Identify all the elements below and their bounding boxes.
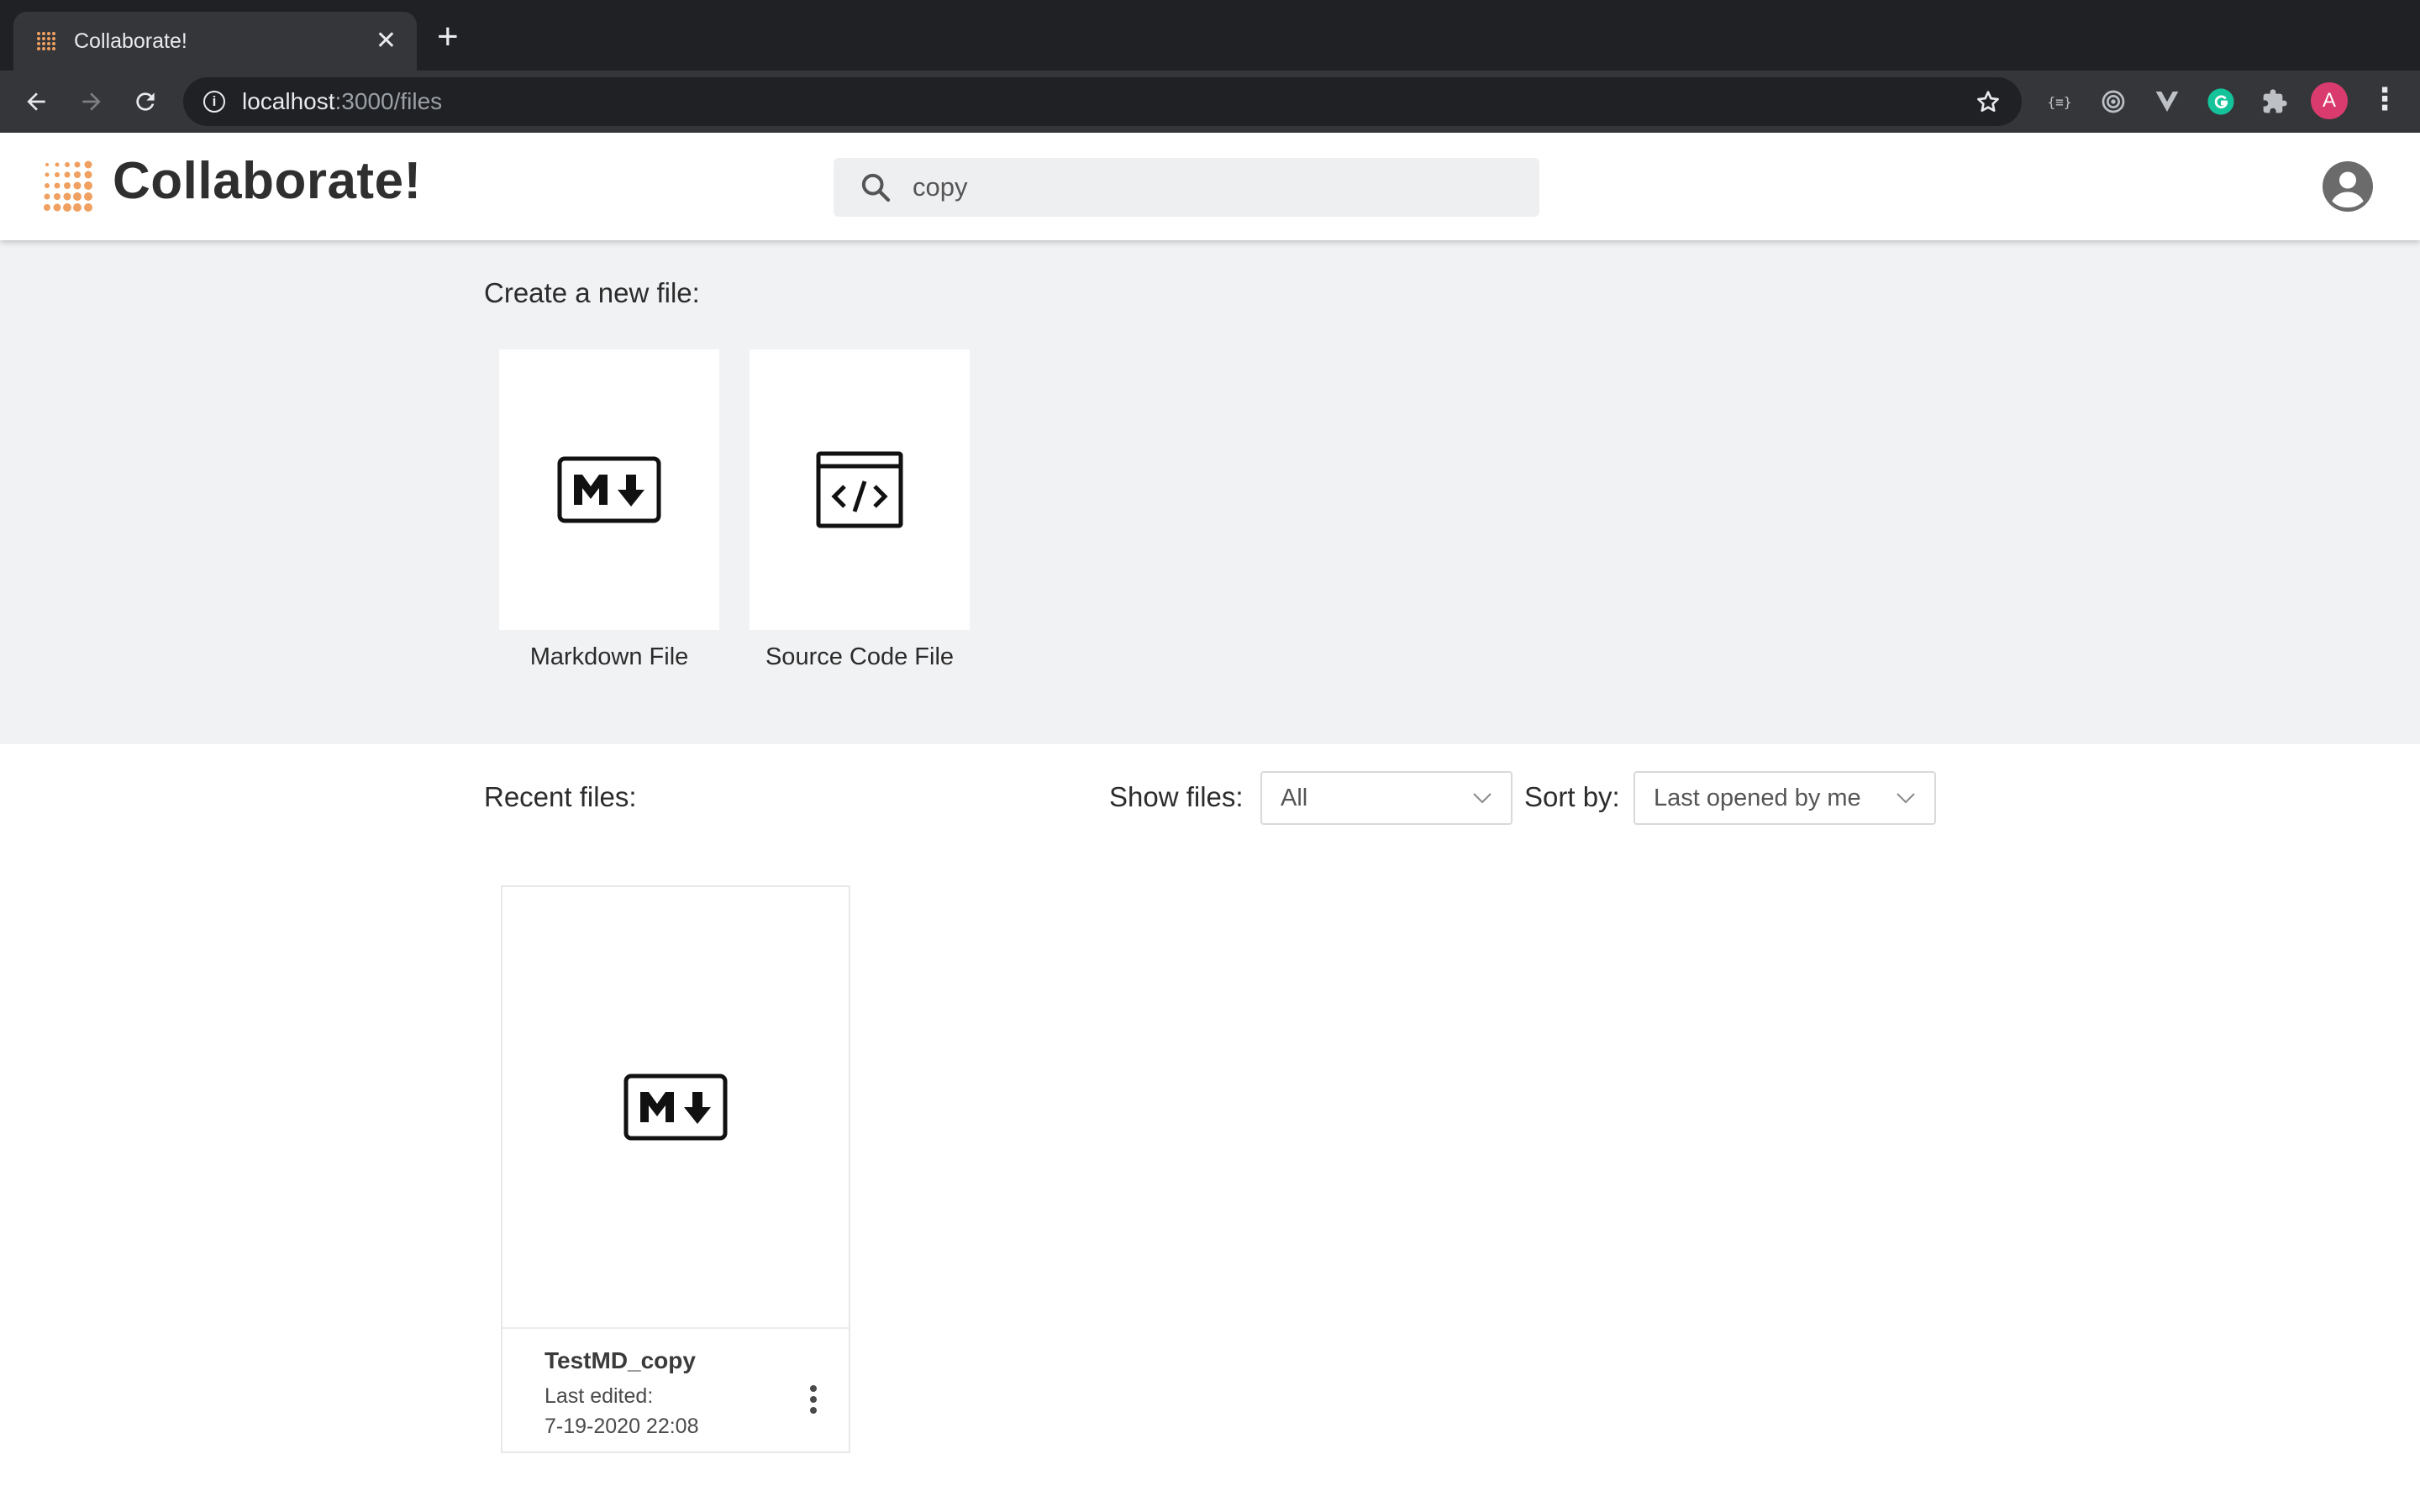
last-edited-date: 7-19-2020 22:08	[544, 1415, 699, 1438]
extension-grammarly-icon[interactable]	[2205, 86, 2237, 118]
browser-toolbar: i localhost:3000/files {≡}	[0, 71, 2420, 133]
source-code-icon	[816, 451, 903, 528]
sort-by-label: Sort by:	[1524, 781, 1620, 812]
browser-profile-avatar[interactable]: A	[2311, 82, 2348, 119]
source-code-template-label[interactable]: Source Code File	[750, 643, 970, 671]
tab-close-icon[interactable]: ✕	[376, 29, 397, 54]
address-bar[interactable]: i localhost:3000/files	[183, 77, 2022, 126]
app-header: Collaborate!	[0, 133, 2420, 240]
reload-icon	[136, 92, 155, 111]
recent-file-card[interactable]: TestMD_copy Last edited: 7-19-2020 22:08	[501, 885, 850, 1453]
file-preview[interactable]	[502, 887, 849, 1329]
recent-files-heading: Recent files:	[484, 781, 637, 812]
reload-button[interactable]	[126, 82, 165, 121]
browser-tab[interactable]: Collaborate! ✕	[13, 12, 417, 71]
source-code-template-card[interactable]	[750, 349, 970, 630]
back-button[interactable]	[17, 82, 55, 121]
extension-vue-icon[interactable]	[2151, 86, 2183, 118]
markdown-icon	[623, 1074, 728, 1141]
collaborate-logo-icon	[44, 160, 92, 212]
last-edited-label: Last edited:	[544, 1384, 654, 1408]
create-file-section: Create a new file: Markdown File Source …	[0, 240, 2420, 744]
browser-menu-icon[interactable]: ⋮	[2370, 84, 2400, 114]
arrow-left-icon	[27, 92, 45, 111]
chevron-down-icon	[1897, 793, 1915, 804]
show-files-label: Show files:	[1109, 781, 1244, 812]
sort-by-select[interactable]: Last opened by me	[1634, 771, 1936, 825]
show-files-select[interactable]: All	[1260, 771, 1512, 825]
file-more-options-icon[interactable]	[798, 1371, 829, 1428]
url-text: localhost:3000/files	[242, 88, 443, 114]
new-tab-button[interactable]: +	[437, 18, 459, 55]
tab-title: Collaborate!	[74, 29, 187, 53]
chevron-down-icon	[1473, 793, 1491, 804]
show-files-value: All	[1281, 784, 1308, 811]
user-account-icon[interactable]	[2323, 161, 2373, 212]
extension-target-icon[interactable]	[2097, 86, 2129, 118]
search-bar[interactable]	[834, 158, 1539, 217]
extensions-puzzle-icon[interactable]	[2259, 86, 2291, 118]
search-icon	[861, 173, 891, 202]
browser-tab-strip: Collaborate! ✕ +	[0, 0, 2420, 71]
extension-json-icon[interactable]: {≡}	[2044, 86, 2075, 118]
markdown-template-card[interactable]	[499, 349, 719, 630]
markdown-icon	[557, 456, 661, 523]
file-name[interactable]: TestMD_copy	[544, 1347, 696, 1374]
markdown-template-label[interactable]: Markdown File	[499, 643, 719, 671]
forward-button[interactable]	[72, 82, 111, 121]
create-section-heading: Create a new file:	[484, 277, 700, 308]
app-brand-title[interactable]: Collaborate!	[113, 151, 422, 211]
favicon-icon	[37, 32, 55, 50]
sort-by-value: Last opened by me	[1654, 784, 1861, 811]
bookmark-star-icon[interactable]	[1975, 88, 2002, 115]
site-info-icon[interactable]: i	[203, 91, 225, 113]
arrow-right-icon	[82, 92, 101, 111]
search-input[interactable]	[913, 172, 1514, 202]
